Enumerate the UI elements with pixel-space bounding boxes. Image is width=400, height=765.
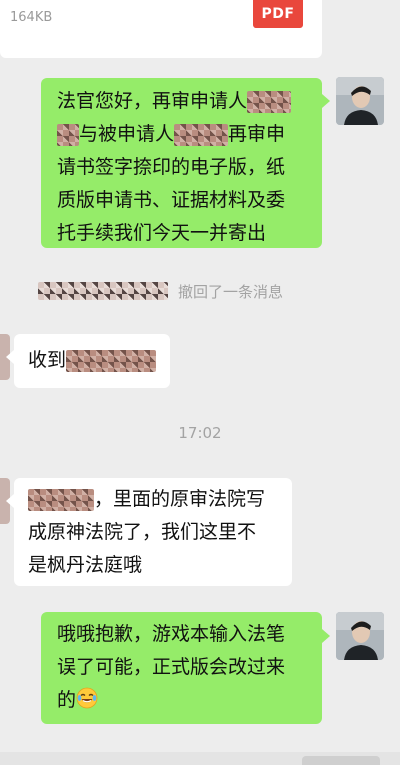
redacted-name	[66, 349, 157, 372]
avatar-photo	[336, 77, 384, 125]
file-size: 164KB	[10, 10, 53, 25]
message-line: ，里面的原审法院写	[28, 483, 292, 516]
file-message-card[interactable]: 164KB PDF	[0, 0, 322, 58]
bubble-tail	[6, 494, 14, 508]
input-bar-edge	[302, 756, 380, 765]
message-text: 的	[57, 689, 77, 711]
incoming-message-bubble[interactable]: ，里面的原审法院写 成原神法院了，我们这里不 是枫丹法庭哦	[14, 478, 292, 586]
message-line: 误了可能，正式版会改过来	[57, 656, 286, 678]
message-line: 法官您好，再审申请人	[57, 85, 322, 118]
tears-of-joy-emoji-icon	[76, 687, 98, 709]
avatar-photo	[336, 612, 384, 660]
message-text: 再审申	[228, 123, 286, 145]
message-line: 是枫丹法庭哦	[28, 554, 143, 576]
message-line: 与被申请人 再审申	[57, 118, 322, 151]
message-line: 收到	[28, 344, 170, 377]
pdf-file-icon: PDF	[253, 0, 303, 28]
redacted-name	[57, 123, 79, 146]
message-line: 成原神法院了，我们这里不	[28, 521, 257, 543]
message-line: 托手续我们今天一并寄出	[57, 222, 267, 244]
redacted-name	[247, 90, 292, 113]
outgoing-message-bubble[interactable]: 法官您好，再审申请人 与被申请人 再审申 请书签字捺印的电子版，纸 质版申请书、证…	[41, 78, 322, 248]
message-line: 的	[57, 684, 322, 717]
message-line: 质版申请书、证据材料及委	[57, 189, 286, 211]
message-text: 收到	[28, 349, 67, 371]
incoming-message-bubble[interactable]: 收到	[14, 334, 170, 388]
message-line: 哦哦抱歉，游戏本输入法笔	[57, 623, 286, 645]
pdf-icon-label: PDF	[261, 6, 295, 22]
timestamp: 17:02	[178, 424, 222, 442]
avatar[interactable]	[336, 612, 384, 660]
chat-view: 164KB PDF 法官您好，再审申请人 与被申请人 再审申 请书签字捺印的电子版…	[0, 0, 400, 765]
bubble-tail	[6, 350, 14, 364]
recall-notice: 撤回了一条消息	[38, 280, 283, 302]
message-line: 请书签字捺印的电子版，纸	[57, 156, 286, 178]
avatar[interactable]	[336, 77, 384, 125]
redacted-name	[28, 488, 94, 511]
bubble-tail	[322, 94, 330, 108]
redacted-name	[174, 123, 229, 146]
message-text: 与被申请人	[79, 123, 175, 145]
recall-text: 撤回了一条消息	[178, 282, 284, 301]
bubble-tail	[322, 629, 330, 643]
message-text: ，里面的原审法院写	[94, 488, 266, 510]
message-text: 法官您好，再审申请人	[57, 90, 248, 112]
redacted-name	[38, 282, 168, 300]
outgoing-message-bubble[interactable]: 哦哦抱歉，游戏本输入法笔 误了可能，正式版会改过来 的	[41, 612, 322, 724]
